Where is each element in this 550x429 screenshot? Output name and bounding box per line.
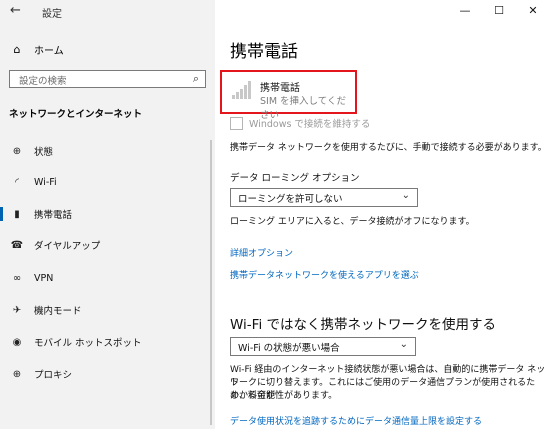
sidebar-item-label: Wi-Fi [34,176,57,188]
sidebar-scrollbar[interactable] [210,140,212,425]
page-title: 携帯電話 [230,42,298,62]
sidebar-item-proxy[interactable]: ⊕ プロキシ [0,363,215,385]
vpn-icon: ∞ [12,272,22,284]
wifi-icon: ◜ [15,176,19,188]
titlebar: ← 設定 [0,0,215,24]
sidebar-item-label: モバイル ホットスポット [34,338,142,349]
connection-description: 携帯データ ネットワークを使用するたびに、手動で接続する必要があります。 [230,143,547,153]
search-placeholder: 設定の検索 [19,76,67,87]
home-label: ホーム [34,45,64,57]
checkbox-label: Windows で接続を維持する [249,119,371,130]
cellular-icon: ▮ [14,208,20,220]
sidebar-item-label: 機内モード [34,306,82,317]
sidebar-item-status[interactable]: ⊕ 状態 [0,140,215,162]
search-icon[interactable]: ⌕ [193,72,199,86]
airplane-icon: ✈ [12,304,22,316]
sidebar-item-dialup[interactable]: ☎ ダイヤルアップ [0,234,215,256]
window-controls: — ☐ ✕ [448,0,550,22]
wifi-preference-dropdown[interactable]: Wi-Fi の状態が悪い場合 ⌄ [230,337,416,356]
sidebar: ← 設定 ⌂ ホーム 設定の検索 ⌕ ネットワークとインターネット ⊕ 状態 ◜… [0,0,215,429]
choose-apps-link[interactable]: 携帯データネットワークを使えるアプリを選ぶ [230,268,419,281]
windows-connect-checkbox[interactable]: Windows で接続を維持する [230,116,370,130]
roaming-label: データ ローミング オプション [230,173,360,184]
signal-bars-icon [232,81,251,99]
cellular-status-card: 携帯電話 SIM を挿入してください [220,70,357,121]
app-title: 設定 [42,9,62,20]
sidebar-item-label: VPN [34,272,54,284]
sidebar-item-airplane[interactable]: ✈ 機内モード [0,299,215,321]
section-title: ネットワークとインターネット [9,109,143,120]
hotspot-icon: ◉ [12,336,22,348]
maximize-icon[interactable]: ☐ [482,0,516,22]
advanced-options-link[interactable]: 詳細オプション [230,246,293,259]
status-name: 携帯電話 [260,83,300,94]
wifi-preference-heading: Wi-Fi ではなく携帯ネットワークを使用する [230,317,496,333]
chevron-down-icon: ⌄ [399,339,408,350]
wifi-description-line3: かかる可能性があります。 [230,391,338,401]
roaming-dropdown[interactable]: ローミングを許可しない ⌄ [230,188,418,207]
main-content: — ☐ ✕ 携帯電話 携帯電話 SIM を挿入してください Windows で接… [215,0,550,429]
back-arrow-icon[interactable]: ← [10,3,21,18]
roaming-dropdown-value: ローミングを許可しない [238,194,343,205]
roaming-description: ローミング エリアに入ると、データ接続がオフになります。 [230,217,475,227]
sidebar-item-label: 状態 [34,147,54,158]
search-input[interactable]: 設定の検索 ⌕ [9,70,206,88]
sidebar-item-cellular[interactable]: ▮ 携帯電話 [0,203,215,225]
close-icon[interactable]: ✕ [516,0,550,22]
sidebar-item-label: ダイヤルアップ [34,241,101,252]
sidebar-item-wifi[interactable]: ◜ Wi-Fi [0,171,215,193]
data-limit-link[interactable]: データ使用状況を追跡するためにデータ通信量上限を設定する [230,414,482,427]
home-nav[interactable]: ⌂ ホーム [10,40,64,58]
sidebar-item-label: プロキシ [34,370,73,381]
globe-icon: ⊕ [12,368,22,380]
minimize-icon[interactable]: — [448,0,482,22]
globe-icon: ⊕ [12,145,22,157]
home-icon: ⌂ [13,42,21,56]
wifi-dropdown-value: Wi-Fi の状態が悪い場合 [238,343,340,354]
checkbox-box[interactable] [230,116,243,130]
sidebar-item-vpn[interactable]: ∞ VPN [0,267,215,289]
phone-icon: ☎ [10,239,24,251]
sidebar-item-hotspot[interactable]: ◉ モバイル ホットスポット [0,331,215,353]
sidebar-item-label: 携帯電話 [34,210,73,221]
chevron-down-icon: ⌄ [401,190,410,201]
